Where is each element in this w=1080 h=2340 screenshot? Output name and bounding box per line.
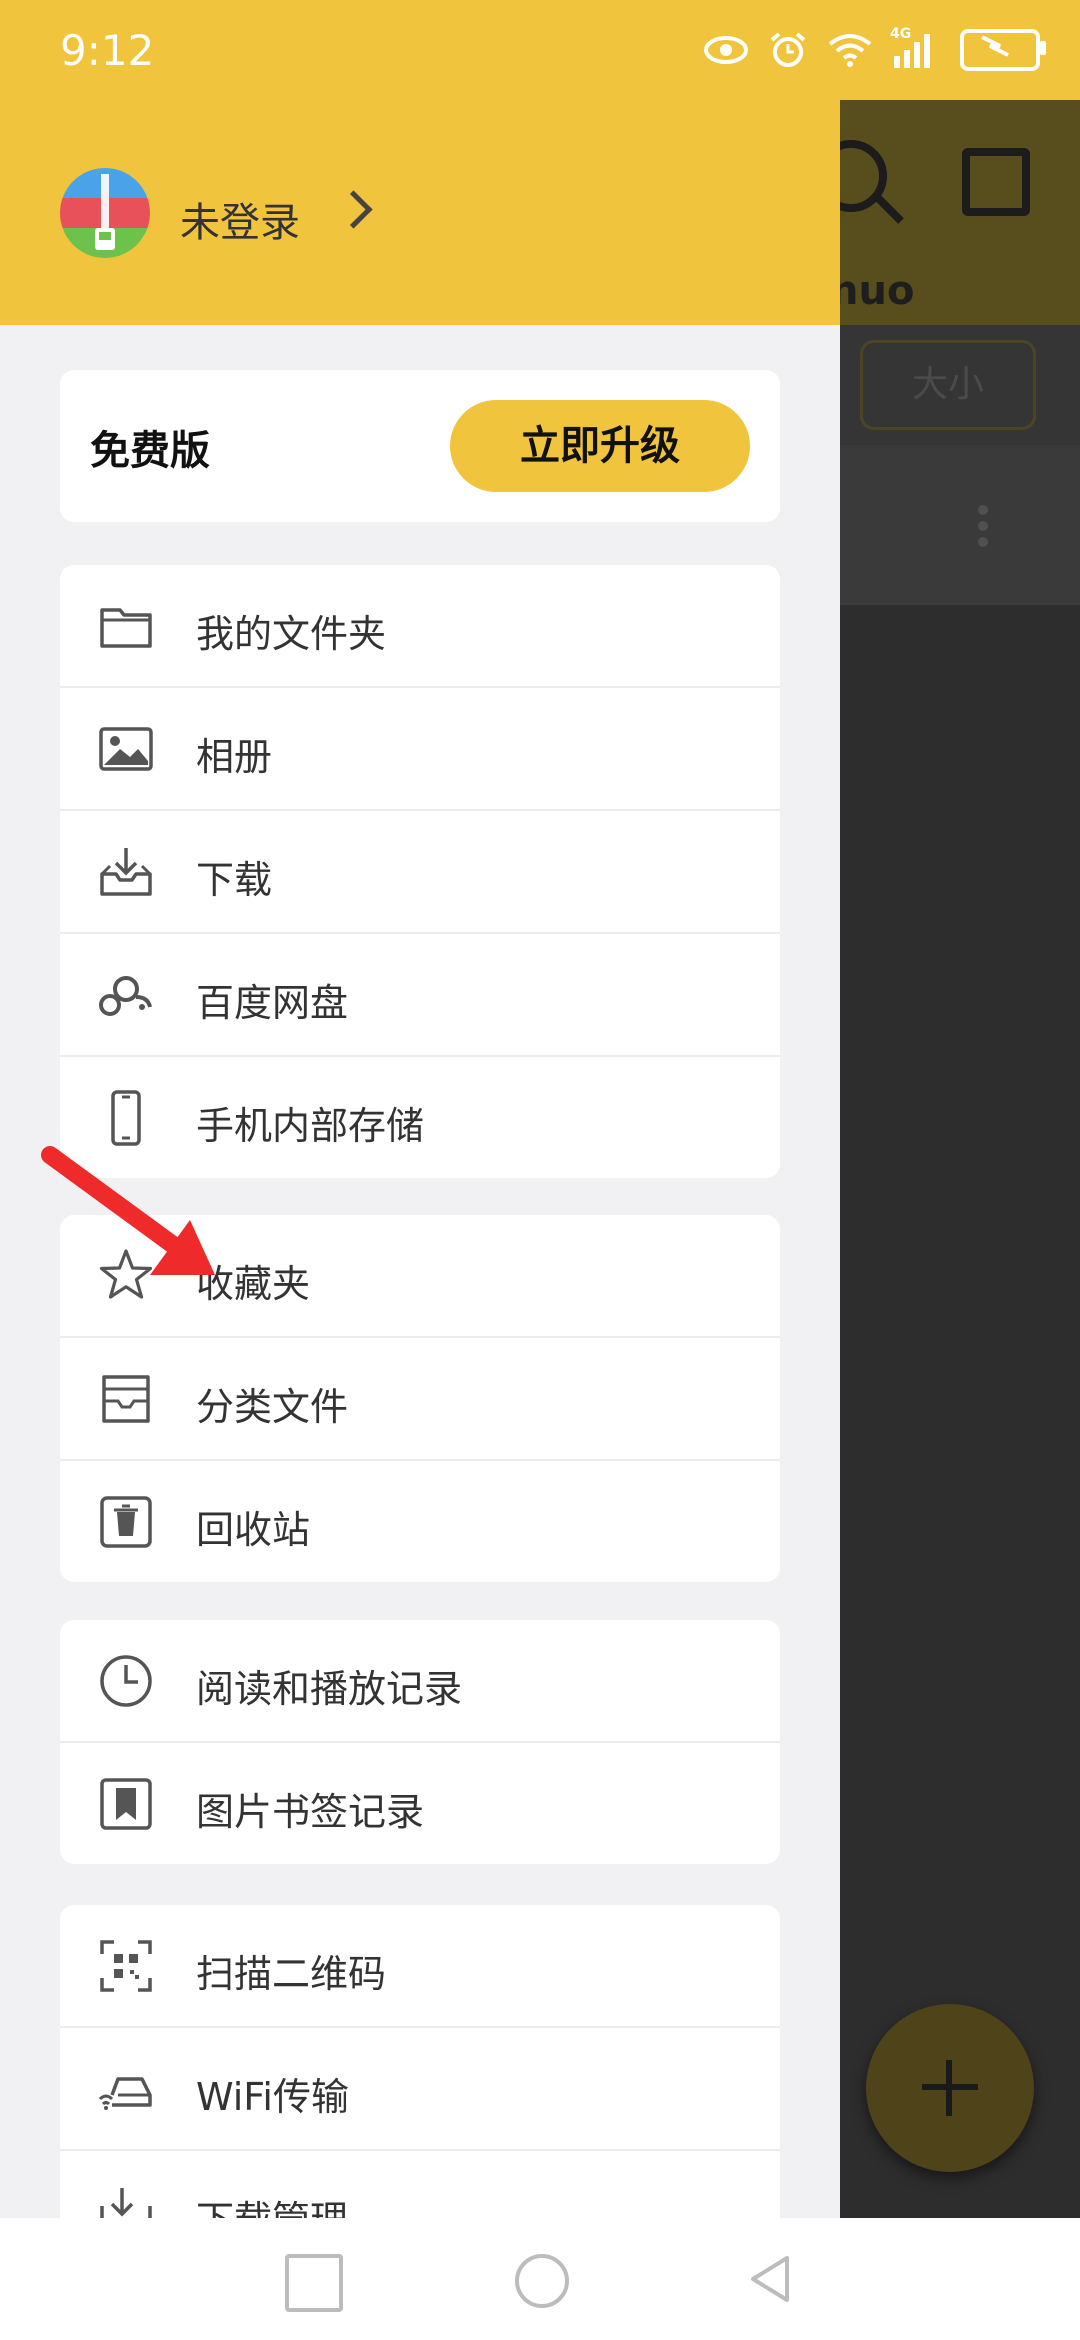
menu-group-history: 阅读和播放记录 图片书签记录 — [60, 1620, 780, 1864]
alarm-icon — [766, 28, 810, 72]
menu-item-album[interactable]: 相册 — [60, 688, 780, 811]
menu-item-my-folders[interactable]: 我的文件夹 — [60, 565, 780, 688]
menu-item-label: WiFi传输 — [196, 2075, 349, 2119]
menu-item-download[interactable]: 下载 — [60, 811, 780, 934]
menu-item-label: 图片书签记录 — [196, 1790, 425, 1834]
cloud-icon — [98, 967, 154, 1023]
upgrade-now-button[interactable]: 立即升级 — [450, 400, 750, 492]
add-fab-button — [866, 2004, 1034, 2172]
menu-item-read-play-history[interactable]: 阅读和播放记录 — [60, 1620, 780, 1743]
chevron-right-icon[interactable] — [334, 190, 373, 229]
recent-apps-button[interactable] — [285, 2254, 343, 2312]
bookmark-icon — [98, 1776, 154, 1832]
menu-item-baidu-netdisk[interactable]: 百度网盘 — [60, 934, 780, 1057]
download-manage-icon — [98, 2184, 154, 2218]
background-title: nuo — [830, 268, 915, 314]
menu-group-storage: 我的文件夹 相册 下载 百度网盘 手机内部存储 — [60, 565, 780, 1178]
menu-item-recycle-bin[interactable]: 回收站 — [60, 1461, 780, 1582]
status-time: 9:12 — [60, 26, 155, 75]
back-button[interactable] — [745, 2254, 795, 2304]
qr-scan-icon — [98, 1938, 154, 1994]
edit-icon — [962, 148, 1030, 216]
status-bar: 9:12 4G — [0, 0, 1080, 100]
network-type-label: 4G — [890, 26, 912, 42]
menu-item-image-bookmarks[interactable]: 图片书签记录 — [60, 1743, 780, 1864]
wifi-transfer-icon — [98, 2061, 154, 2117]
download-tray-icon — [98, 844, 154, 900]
menu-group-tools: 扫描二维码 WiFi传输 下载管理 — [60, 1905, 780, 2218]
menu-item-label: 扫描二维码 — [196, 1952, 387, 1996]
app-logo-avatar[interactable] — [60, 168, 150, 258]
4g-signal-icon: 4G — [890, 26, 942, 72]
home-button[interactable] — [515, 2254, 569, 2308]
system-nav-bar — [0, 2218, 1080, 2340]
image-icon — [98, 721, 154, 777]
menu-item-wifi-transfer[interactable]: WiFi传输 — [60, 2028, 780, 2151]
clock-icon — [98, 1653, 154, 1709]
archive-box-icon — [98, 1371, 154, 1427]
trash-icon — [98, 1494, 154, 1550]
menu-item-label: 我的文件夹 — [196, 612, 387, 656]
menu-item-label: 百度网盘 — [196, 981, 349, 1025]
wifi-icon — [828, 28, 872, 72]
menu-item-label: 分类文件 — [196, 1385, 349, 1429]
sort-size-chip: 大小 — [860, 340, 1036, 430]
menu-item-label: 阅读和播放记录 — [196, 1667, 463, 1711]
menu-item-categorized-files[interactable]: 分类文件 — [60, 1338, 780, 1461]
plan-card: 免费版 立即升级 — [60, 370, 780, 522]
eye-icon — [704, 28, 748, 72]
menu-item-label: 回收站 — [196, 1508, 311, 1552]
folder-icon — [98, 598, 154, 654]
login-status-label[interactable]: 未登录 — [180, 190, 300, 248]
menu-item-label: 下载管理 — [196, 2189, 348, 2218]
navigation-drawer: 未登录 免费版 立即升级 我的文件夹 相册 下载 百度网盘 手机内部存储 收藏夹… — [0, 0, 840, 2218]
more-options-icon — [978, 505, 988, 515]
annotation-arrow — [41, 1146, 215, 1275]
menu-item-label: 下载 — [196, 858, 273, 902]
menu-item-scan-qr[interactable]: 扫描二维码 — [60, 1905, 780, 2028]
menu-item-download-manager[interactable]: 下载管理 — [60, 2151, 780, 2218]
plan-label: 免费版 — [90, 428, 210, 474]
battery-icon — [960, 29, 1046, 71]
phone-icon — [98, 1090, 154, 1146]
menu-item-label: 相册 — [196, 735, 273, 779]
